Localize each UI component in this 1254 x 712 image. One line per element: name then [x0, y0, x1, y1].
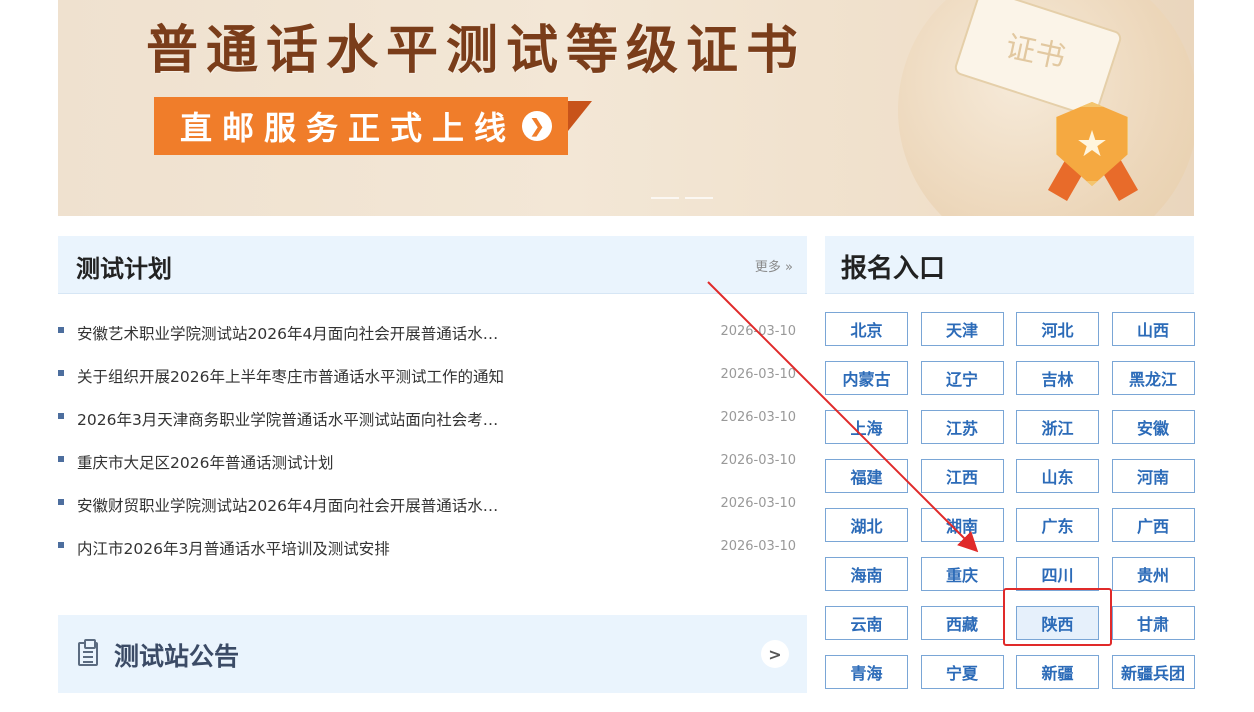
news-date: 2026-03-10 — [720, 453, 796, 468]
test-plan-header: 测试计划 更多 » — [58, 236, 807, 294]
banner-cta-button[interactable]: 直邮服务正式上线 ❯ — [154, 97, 568, 155]
province-button[interactable]: 宁夏 — [920, 655, 1004, 689]
banner-button-tail — [568, 101, 592, 161]
province-button[interactable]: 贵州 — [1111, 557, 1195, 591]
news-title[interactable]: 重庆市大足区2026年普通话测试计划 — [77, 451, 333, 473]
carousel-dot[interactable] — [651, 197, 679, 199]
test-plan-title: 测试计划 — [76, 255, 172, 283]
registration-header: 报名入口 — [825, 236, 1194, 294]
province-button[interactable]: 广西 — [1111, 508, 1195, 542]
province-button[interactable]: 青海 — [825, 655, 908, 689]
news-date: 2026-03-10 — [720, 324, 796, 339]
province-button[interactable]: 西藏 — [920, 606, 1004, 640]
more-link[interactable]: 更多 » — [755, 256, 793, 275]
list-item[interactable]: 内江市2026年3月普通话水平培训及测试安排 2026-03-10 — [58, 527, 796, 570]
province-button[interactable]: 山西 — [1111, 312, 1195, 346]
province-button[interactable]: 河南 — [1111, 459, 1195, 493]
bullet-icon — [58, 499, 64, 505]
bullet-icon — [58, 327, 64, 333]
news-date: 2026-03-10 — [720, 367, 796, 382]
carousel-dot[interactable] — [685, 197, 713, 199]
highlight-box — [1003, 588, 1112, 646]
province-button[interactable]: 吉林 — [1016, 361, 1099, 395]
hero-banner[interactable]: 普通话水平测试等级证书 直邮服务正式上线 ❯ 证书 ★ — [58, 0, 1194, 216]
news-date: 2026-03-10 — [720, 539, 796, 554]
province-button[interactable]: 广东 — [1016, 508, 1099, 542]
banner-title: 普通话水平测试等级证书 — [146, 20, 807, 81]
list-item[interactable]: 关于组织开展2026年上半年枣庄市普通话水平测试工作的通知 2026-03-10 — [58, 355, 796, 398]
province-button[interactable]: 湖北 — [825, 508, 908, 542]
list-item[interactable]: 安徽财贸职业学院测试站2026年4月面向社会开展普通话水… 2026-03-10 — [58, 484, 796, 527]
province-button[interactable]: 湖南 — [920, 508, 1004, 542]
province-button[interactable]: 山东 — [1016, 459, 1099, 493]
province-button[interactable]: 新疆 — [1016, 655, 1099, 689]
news-title[interactable]: 关于组织开展2026年上半年枣庄市普通话水平测试工作的通知 — [77, 365, 504, 387]
province-button[interactable]: 安徽 — [1111, 410, 1195, 444]
news-title[interactable]: 安徽财贸职业学院测试站2026年4月面向社会开展普通话水… — [77, 494, 498, 516]
bullet-icon — [58, 413, 64, 419]
bullet-icon — [58, 542, 64, 548]
station-notice-bar[interactable]: 测试站公告 > — [58, 615, 807, 693]
province-button[interactable]: 北京 — [825, 312, 908, 346]
bullet-icon — [58, 456, 64, 462]
news-title[interactable]: 安徽艺术职业学院测试站2026年4月面向社会开展普通话水… — [77, 322, 498, 344]
registration-title: 报名入口 — [841, 254, 946, 284]
clipboard-icon — [78, 639, 98, 666]
province-button[interactable]: 江苏 — [920, 410, 1004, 444]
province-button[interactable]: 福建 — [825, 459, 908, 493]
list-item[interactable]: 重庆市大足区2026年普通话测试计划 2026-03-10 — [58, 441, 796, 484]
province-button[interactable]: 云南 — [825, 606, 908, 640]
province-button[interactable]: 上海 — [825, 410, 908, 444]
chevron-right-icon: ❯ — [522, 111, 553, 141]
list-item[interactable]: 安徽艺术职业学院测试站2026年4月面向社会开展普通话水… 2026-03-10 — [58, 312, 796, 355]
province-button[interactable]: 天津 — [920, 312, 1004, 346]
province-button[interactable]: 内蒙古 — [825, 361, 908, 395]
chevron-right-icon[interactable]: > — [761, 640, 789, 668]
province-button[interactable]: 辽宁 — [920, 361, 1004, 395]
test-plan-list: 安徽艺术职业学院测试站2026年4月面向社会开展普通话水… 2026-03-10… — [58, 312, 796, 570]
province-button[interactable]: 浙江 — [1016, 410, 1099, 444]
notice-title: 测试站公告 — [114, 642, 240, 671]
province-button[interactable]: 河北 — [1016, 312, 1099, 346]
province-button[interactable]: 四川 — [1016, 557, 1099, 591]
banner-cta-label: 直邮服务正式上线 — [180, 109, 517, 147]
province-button[interactable]: 海南 — [825, 557, 908, 591]
province-button[interactable]: 重庆 — [920, 557, 1004, 591]
news-title[interactable]: 2026年3月天津商务职业学院普通话水平测试站面向社会考… — [77, 408, 498, 430]
news-date: 2026-03-10 — [720, 410, 796, 425]
province-button[interactable]: 江西 — [920, 459, 1004, 493]
bullet-icon — [58, 370, 64, 376]
scroll-text: 证书 — [1002, 29, 1069, 76]
province-button[interactable]: 黑龙江 — [1111, 361, 1195, 395]
list-item[interactable]: 2026年3月天津商务职业学院普通话水平测试站面向社会考… 2026-03-10 — [58, 398, 796, 441]
carousel-indicators — [651, 197, 713, 199]
news-date: 2026-03-10 — [720, 496, 796, 511]
province-button[interactable]: 新疆兵团 — [1111, 655, 1195, 689]
province-button[interactable]: 甘肃 — [1111, 606, 1195, 640]
news-title[interactable]: 内江市2026年3月普通话水平培训及测试安排 — [77, 537, 390, 559]
